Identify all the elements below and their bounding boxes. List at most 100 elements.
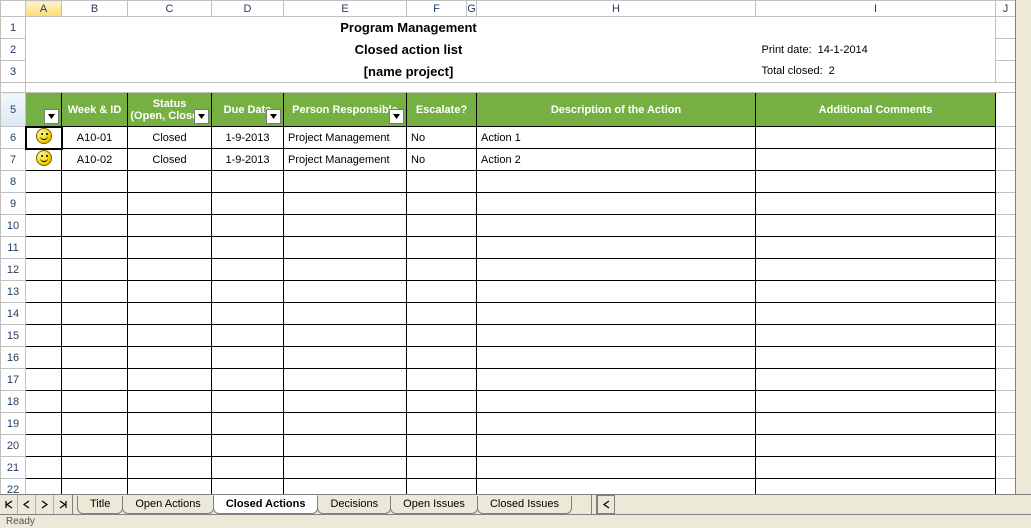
row-head-2[interactable]: 2 <box>1 39 26 61</box>
row-head-7[interactable]: 7 <box>1 149 26 171</box>
sheet-tab[interactable]: Closed Issues <box>477 496 572 514</box>
blank-cell[interactable] <box>62 413 128 435</box>
blank-cell[interactable] <box>756 259 996 281</box>
row-head-13[interactable]: 13 <box>1 281 26 303</box>
blank-cell[interactable] <box>477 347 756 369</box>
cell-description[interactable]: Action 1 <box>477 127 756 149</box>
col-head-G[interactable]: G <box>467 1 477 17</box>
cell-status[interactable]: Closed <box>128 127 212 149</box>
cell-comments[interactable] <box>756 127 996 149</box>
blank-cell[interactable] <box>26 237 62 259</box>
blank-cell[interactable] <box>62 171 128 193</box>
status-icon-cell[interactable] <box>26 127 62 149</box>
blank-cell[interactable] <box>26 193 62 215</box>
blank-cell[interactable] <box>407 369 477 391</box>
blank-cell[interactable] <box>62 457 128 479</box>
blank-cell[interactable] <box>128 391 212 413</box>
header-person[interactable]: Person Responsible <box>284 93 407 127</box>
blank-cell[interactable] <box>407 193 477 215</box>
row-head-8[interactable]: 8 <box>1 171 26 193</box>
vertical-scrollbar[interactable] <box>1015 0 1031 494</box>
row-head-12[interactable]: 12 <box>1 259 26 281</box>
header-status[interactable]: Status (Open, Closed) <box>128 93 212 127</box>
blank-cell[interactable] <box>212 457 284 479</box>
cell-status[interactable]: Closed <box>128 149 212 171</box>
blank-cell[interactable] <box>26 391 62 413</box>
col-head-E[interactable]: E <box>284 1 407 17</box>
row-head-5[interactable]: 5 <box>1 93 26 127</box>
blank-cell[interactable] <box>407 171 477 193</box>
row-head-4[interactable] <box>1 83 26 93</box>
blank-cell[interactable] <box>407 457 477 479</box>
blank-cell[interactable] <box>407 237 477 259</box>
blank-cell[interactable] <box>212 303 284 325</box>
col-head-J[interactable]: J <box>996 1 1016 17</box>
blank-cell[interactable] <box>26 303 62 325</box>
blank-cell[interactable] <box>128 435 212 457</box>
sheet-tab[interactable]: Closed Actions <box>213 495 319 514</box>
blank-cell[interactable] <box>477 193 756 215</box>
blank-cell[interactable] <box>128 347 212 369</box>
blank-cell[interactable] <box>26 457 62 479</box>
blank-cell[interactable] <box>284 325 407 347</box>
tab-nav-prev[interactable] <box>18 495 36 514</box>
blank-cell[interactable] <box>26 259 62 281</box>
row-head-15[interactable]: 15 <box>1 325 26 347</box>
blank-cell[interactable] <box>477 391 756 413</box>
blank-cell[interactable] <box>756 193 996 215</box>
blank-cell[interactable] <box>284 259 407 281</box>
blank-cell[interactable] <box>284 171 407 193</box>
row-head-19[interactable]: 19 <box>1 413 26 435</box>
blank-cell[interactable] <box>477 457 756 479</box>
tab-nav-last[interactable] <box>54 495 72 514</box>
row-head-1[interactable]: 1 <box>1 17 26 39</box>
blank-cell[interactable] <box>407 347 477 369</box>
row-head-20[interactable]: 20 <box>1 435 26 457</box>
select-all-corner[interactable] <box>1 1 26 17</box>
row-head-21[interactable]: 21 <box>1 457 26 479</box>
blank-cell[interactable] <box>407 259 477 281</box>
blank-cell[interactable] <box>477 215 756 237</box>
blank-cell[interactable] <box>756 303 996 325</box>
blank-cell[interactable] <box>62 347 128 369</box>
blank-cell[interactable] <box>62 215 128 237</box>
tab-nav-next[interactable] <box>36 495 54 514</box>
blank-cell[interactable] <box>477 303 756 325</box>
blank-cell[interactable] <box>62 391 128 413</box>
blank-cell[interactable] <box>284 237 407 259</box>
filter-button-person[interactable] <box>389 109 404 124</box>
blank-cell[interactable] <box>284 369 407 391</box>
blank-cell[interactable] <box>128 369 212 391</box>
blank-cell[interactable] <box>407 435 477 457</box>
sheet-tab[interactable]: Open Actions <box>122 496 213 514</box>
blank-cell[interactable] <box>212 237 284 259</box>
blank-cell[interactable] <box>477 237 756 259</box>
tab-nav-first[interactable] <box>0 495 18 514</box>
filter-button-icon-col[interactable] <box>44 109 59 124</box>
row-head-14[interactable]: 14 <box>1 303 26 325</box>
cell-escalate[interactable]: No <box>407 149 477 171</box>
blank-cell[interactable] <box>756 325 996 347</box>
blank-cell[interactable] <box>284 281 407 303</box>
blank-cell[interactable] <box>62 369 128 391</box>
blank-cell[interactable] <box>128 259 212 281</box>
header-comments[interactable]: Additional Comments <box>756 93 996 127</box>
blank-cell[interactable] <box>212 413 284 435</box>
blank-cell[interactable] <box>212 281 284 303</box>
blank-cell[interactable] <box>756 215 996 237</box>
blank-cell[interactable] <box>407 215 477 237</box>
cell-person[interactable]: Project Management <box>284 127 407 149</box>
blank-cell[interactable] <box>26 281 62 303</box>
header-due-date[interactable]: Due Date <box>212 93 284 127</box>
blank-cell[interactable] <box>212 347 284 369</box>
row-head-3[interactable]: 3 <box>1 61 26 83</box>
blank-cell[interactable] <box>284 303 407 325</box>
status-icon-cell[interactable] <box>26 149 62 171</box>
sheet-tab[interactable]: Decisions <box>317 496 391 514</box>
blank-cell[interactable] <box>212 369 284 391</box>
row-head-6[interactable]: 6 <box>1 127 26 149</box>
blank-cell[interactable] <box>212 435 284 457</box>
blank-cell[interactable] <box>26 171 62 193</box>
blank-cell[interactable] <box>756 281 996 303</box>
header-week-id[interactable]: Week & ID <box>62 93 128 127</box>
